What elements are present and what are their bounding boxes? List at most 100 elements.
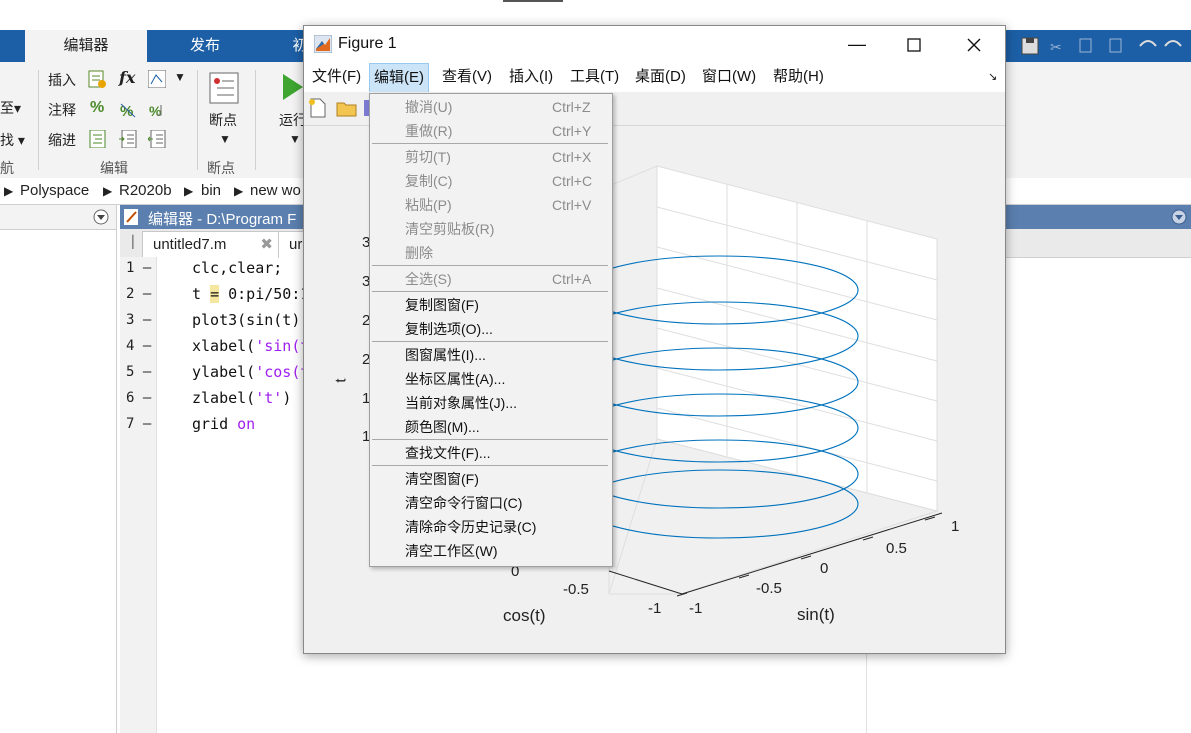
menu-file[interactable]: 文件(F) [308, 62, 365, 92]
smart-indent-icon[interactable] [89, 130, 107, 148]
uncomment-icon[interactable]: % [119, 101, 137, 119]
menu-item-label: 清空命令行窗口(C) [405, 495, 523, 511]
current-folder-panel[interactable] [0, 205, 117, 733]
run-icon[interactable] [281, 72, 305, 102]
menu-separator [372, 143, 608, 144]
tab-editor[interactable]: 编辑器 [25, 30, 147, 62]
panel-menu-icon[interactable] [93, 209, 109, 225]
svg-text:%: % [149, 103, 162, 119]
ribbon-separator [197, 70, 198, 170]
dock-arrow-icon[interactable]: ↘ [984, 62, 1001, 92]
breadcrumb-item[interactable]: new wo [250, 182, 301, 199]
current-folder-header [0, 205, 116, 230]
tab-label: untitled7.m [153, 236, 227, 253]
menu-item-clear-workspace[interactable]: 清空工作区(W) [370, 539, 610, 563]
code-line[interactable]: clc,clear; [192, 259, 282, 277]
tab-publish[interactable]: 发布 [160, 30, 250, 62]
menu-item-axes-properties[interactable]: 坐标区属性(A)... [370, 367, 610, 391]
menu-item-select-all[interactable]: 全选(S) Ctrl+A [370, 267, 610, 291]
quick-access-icons[interactable]: ✂ [1010, 30, 1191, 62]
breakpoints-button[interactable]: 断点 [209, 110, 237, 130]
menu-insert[interactable]: 插入(I) [505, 62, 557, 92]
open-folder-icon[interactable] [336, 98, 358, 118]
insert-section-icon[interactable] [88, 70, 106, 88]
close-button[interactable] [951, 26, 997, 62]
code-line[interactable]: t = 0:pi/50:1 [192, 285, 309, 303]
menu-item-clear-clipboard[interactable]: 清空剪贴板(R) [370, 217, 610, 241]
line-number: 1 — [126, 260, 152, 276]
line-number: 3 — [126, 312, 152, 328]
line-number: 6 — [126, 390, 152, 406]
menu-item-label: 清空工作区(W) [405, 543, 498, 559]
menu-desktop[interactable]: 桌面(D) [631, 62, 690, 92]
code-text: ) [282, 389, 292, 407]
menu-item-paste[interactable]: 粘贴(P) Ctrl+V [370, 193, 610, 217]
x-axis-label: sin(t) [797, 605, 835, 624]
breadcrumb-item[interactable]: Polyspace [20, 182, 89, 199]
menu-item-clear-command-history[interactable]: 清除命令历史记录(C) [370, 515, 610, 539]
breadcrumb-item[interactable]: R2020b [119, 182, 172, 199]
code-line[interactable]: zlabel('t') [192, 389, 291, 407]
increase-indent-icon[interactable] [119, 130, 137, 148]
maximize-button[interactable] [891, 26, 937, 62]
menu-item-copy-figure[interactable]: 复制图窗(F) [370, 293, 610, 317]
menu-item-current-object-properties[interactable]: 当前对象属性(J)... [370, 391, 610, 415]
comment-percent-icon[interactable]: % [90, 99, 104, 117]
function-plot-icon[interactable] [148, 70, 166, 88]
code-text: clc,clear; [192, 259, 283, 277]
insert-button[interactable]: 插入 [48, 70, 76, 90]
run-button[interactable]: 运行 [279, 110, 303, 130]
ribbon-cut-group: 航 [0, 160, 14, 176]
menu-view[interactable]: 查看(V) [438, 62, 496, 92]
new-figure-icon[interactable] [308, 98, 328, 118]
menu-edit[interactable]: 编辑(E) [369, 63, 429, 93]
matlab-logo-icon [314, 35, 332, 53]
breadcrumb-item[interactable]: bin [201, 182, 221, 199]
menu-item-clear-command-window[interactable]: 清空命令行窗口(C) [370, 491, 610, 515]
code-line[interactable]: ylabel('cos(t [192, 363, 309, 381]
menu-item-find-files[interactable]: 查找文件(F)... [370, 441, 610, 465]
decrease-indent-icon[interactable] [148, 130, 166, 148]
code-line[interactable]: grid on [192, 415, 255, 433]
menu-item-label: 复制选项(O)... [405, 321, 493, 337]
menu-item-label: 图窗属性(I)... [405, 347, 486, 363]
indent-button[interactable]: 缩进 [48, 130, 76, 150]
fx-icon[interactable]: fx [119, 68, 135, 87]
menu-item-redo[interactable]: 重做(R) Ctrl+Y [370, 119, 610, 143]
code-line[interactable]: xlabel('sin(t [192, 337, 309, 355]
menu-item-label: 查找文件(F)... [405, 445, 491, 461]
tab-untitled7[interactable]: untitled7.m ✖ [142, 231, 282, 258]
tab-scroll-icon[interactable]: ▕ [124, 235, 133, 249]
minimize-button[interactable]: — [834, 26, 880, 62]
code-text: grid [192, 415, 238, 433]
ribbon-cut-label-1[interactable]: 至▾ [0, 98, 21, 118]
menu-item-undo[interactable]: 撤消(U) Ctrl+Z [370, 95, 610, 119]
menu-item-copy[interactable]: 复制(C) Ctrl+C [370, 169, 610, 193]
menu-item-cut[interactable]: 剪切(T) Ctrl+X [370, 145, 610, 169]
chevron-down-icon[interactable]: ▼ [219, 132, 231, 146]
menu-item-clear-figure[interactable]: 清空图窗(F) [370, 467, 610, 491]
chevron-down-icon[interactable]: ▼ [289, 132, 301, 146]
line-number-gutter [120, 257, 157, 733]
menu-help[interactable]: 帮助(H) [769, 62, 828, 92]
wrap-comments-icon[interactable]: % [148, 101, 166, 119]
ribbon-cut-label-2[interactable]: 找 ▾ [0, 130, 25, 150]
close-icon[interactable]: ✖ [260, 232, 273, 258]
code-text: xlabel( [192, 337, 256, 355]
menu-item-label: 重做(R) [405, 123, 453, 139]
menu-item-copy-options[interactable]: 复制选项(O)... [370, 317, 610, 341]
menu-item-label: 坐标区属性(A)... [405, 371, 506, 387]
menu-window[interactable]: 窗口(W) [698, 62, 760, 92]
chevron-down-icon[interactable]: ▼ [174, 70, 186, 84]
panel-menu-icon[interactable] [1171, 209, 1187, 225]
menu-item-colormap[interactable]: 颜色图(M)... [370, 415, 610, 439]
menu-item-delete[interactable]: 删除 [370, 241, 610, 265]
menu-item-figure-properties[interactable]: 图窗属性(I)... [370, 343, 610, 367]
menu-tools[interactable]: 工具(T) [566, 62, 623, 92]
figure-title: Figure 1 [338, 35, 397, 52]
menu-item-shortcut: Ctrl+A [552, 271, 592, 287]
maximize-icon [907, 38, 921, 52]
breakpoints-icon[interactable] [209, 72, 241, 104]
code-line[interactable]: plot3(sin(t), [192, 311, 309, 329]
comment-button[interactable]: 注释 [48, 100, 76, 120]
